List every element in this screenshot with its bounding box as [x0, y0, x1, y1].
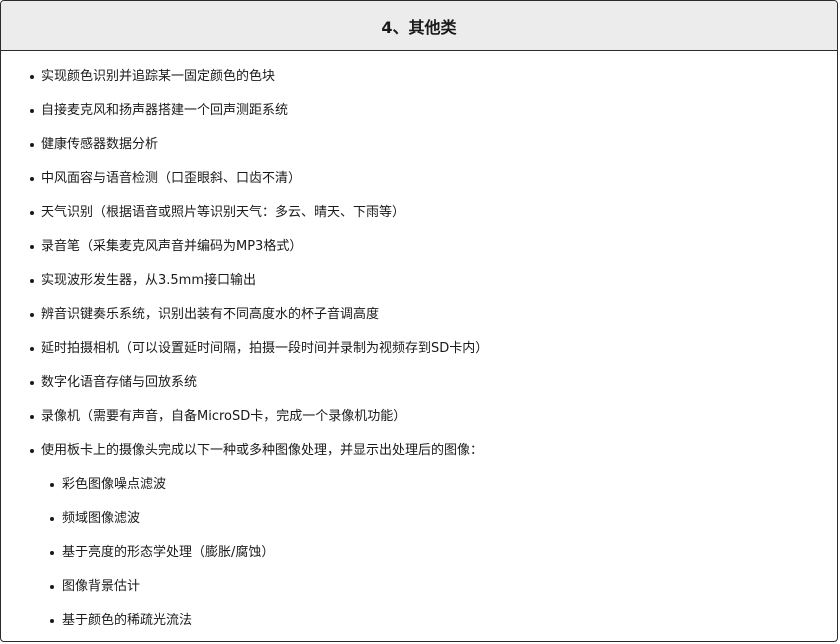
bullet-dot-icon — [30, 109, 34, 113]
list-item-label: 实现颜色识别并追踪某一固定颜色的色块 — [41, 69, 276, 84]
bullet-dot-icon — [30, 211, 34, 215]
sub-list-item: 基于颜色的稀疏光流法 — [1, 604, 837, 638]
bullet-dot-icon — [30, 279, 34, 283]
sub-list-item: 基于亮度的形态学处理（膨胀/腐蚀） — [1, 536, 837, 570]
sub-list-item: 频域图像滤波 — [1, 502, 837, 536]
bullet-dot-icon — [30, 177, 34, 181]
list-item: 实现颜色识别并追踪某一固定颜色的色块 — [1, 60, 837, 94]
bullet-dot-icon — [50, 483, 54, 487]
panel-body: 实现颜色识别并追踪某一固定颜色的色块 自接麦克风和扬声器搭建一个回声测距系统 健康传… — [1, 51, 837, 638]
sub-list-item: 图像背景估计 — [1, 570, 837, 604]
bullet-dot-icon — [30, 415, 34, 419]
list-item-label: 天气识别（根据语音或照片等识别天气：多云、晴天、下雨等） — [41, 205, 406, 220]
panel-title: 4、其他类 — [381, 17, 457, 37]
bullet-dot-icon — [30, 143, 34, 147]
bullet-dot-icon — [50, 619, 54, 623]
bullet-dot-icon — [30, 347, 34, 351]
list-item: 天气识别（根据语音或照片等识别天气：多云、晴天、下雨等） — [1, 196, 837, 230]
list-item-label: 辨音识键奏乐系统，识别出装有不同高度水的杯子音调高度 — [41, 307, 380, 322]
list-item-label: 录音笔（采集麦克风声音并编码为MP3格式） — [41, 239, 303, 254]
list-item-label: 彩色图像噪点滤波 — [62, 477, 167, 492]
bullet-dot-icon — [50, 551, 54, 555]
list-item: 录音笔（采集麦克风声音并编码为MP3格式） — [1, 230, 837, 264]
list-item: 辨音识键奏乐系统，识别出装有不同高度水的杯子音调高度 — [1, 298, 837, 332]
list-item-label: 频域图像滤波 — [62, 511, 141, 526]
bullet-dot-icon — [30, 381, 34, 385]
list-item: 数字化语音存储与回放系统 — [1, 366, 837, 400]
list-item: 使用板卡上的摄像头完成以下一种或多种图像处理，并显示出处理后的图像： — [1, 434, 837, 468]
item-list: 实现颜色识别并追踪某一固定颜色的色块 自接麦克风和扬声器搭建一个回声测距系统 健康传… — [1, 60, 837, 638]
list-item-label: 自接麦克风和扬声器搭建一个回声测距系统 — [41, 103, 289, 118]
list-item: 录像机（需要有声音，自备MicroSD卡，完成一个录像机功能） — [1, 400, 837, 434]
list-item-label: 使用板卡上的摄像头完成以下一种或多种图像处理，并显示出处理后的图像： — [41, 443, 484, 458]
category-panel: 4、其他类 实现颜色识别并追踪某一固定颜色的色块 自接麦克风和扬声器搭建一个回声测… — [0, 0, 838, 642]
bullet-dot-icon — [50, 517, 54, 521]
list-item: 实现波形发生器，从3.5mm接口输出 — [1, 264, 837, 298]
bullet-dot-icon — [30, 449, 34, 453]
list-item-label: 健康传感器数据分析 — [41, 137, 159, 152]
list-item: 延时拍摄相机（可以设置延时间隔，拍摄一段时间并录制为视频存到SD卡内） — [1, 332, 837, 366]
list-item-label: 中风面容与语音检测（口歪眼斜、口齿不清） — [41, 171, 302, 186]
bullet-dot-icon — [50, 585, 54, 589]
list-item: 健康传感器数据分析 — [1, 128, 837, 162]
bullet-dot-icon — [30, 75, 34, 79]
list-item-label: 延时拍摄相机（可以设置延时间隔，拍摄一段时间并录制为视频存到SD卡内） — [41, 341, 489, 356]
list-item-label: 图像背景估计 — [62, 579, 141, 594]
bullet-dot-icon — [30, 245, 34, 249]
list-item-label: 数字化语音存储与回放系统 — [41, 375, 198, 390]
sub-list-item: 彩色图像噪点滤波 — [1, 468, 837, 502]
list-item-label: 实现波形发生器，从3.5mm接口输出 — [41, 273, 257, 288]
list-item-label: 基于亮度的形态学处理（膨胀/腐蚀） — [62, 545, 275, 560]
list-item-label: 基于颜色的稀疏光流法 — [62, 613, 193, 628]
list-item: 中风面容与语音检测（口歪眼斜、口齿不清） — [1, 162, 837, 196]
panel-header: 4、其他类 — [1, 1, 837, 51]
list-item: 自接麦克风和扬声器搭建一个回声测距系统 — [1, 94, 837, 128]
list-item-label: 录像机（需要有声音，自备MicroSD卡，完成一个录像机功能） — [41, 409, 407, 424]
bullet-dot-icon — [30, 313, 34, 317]
